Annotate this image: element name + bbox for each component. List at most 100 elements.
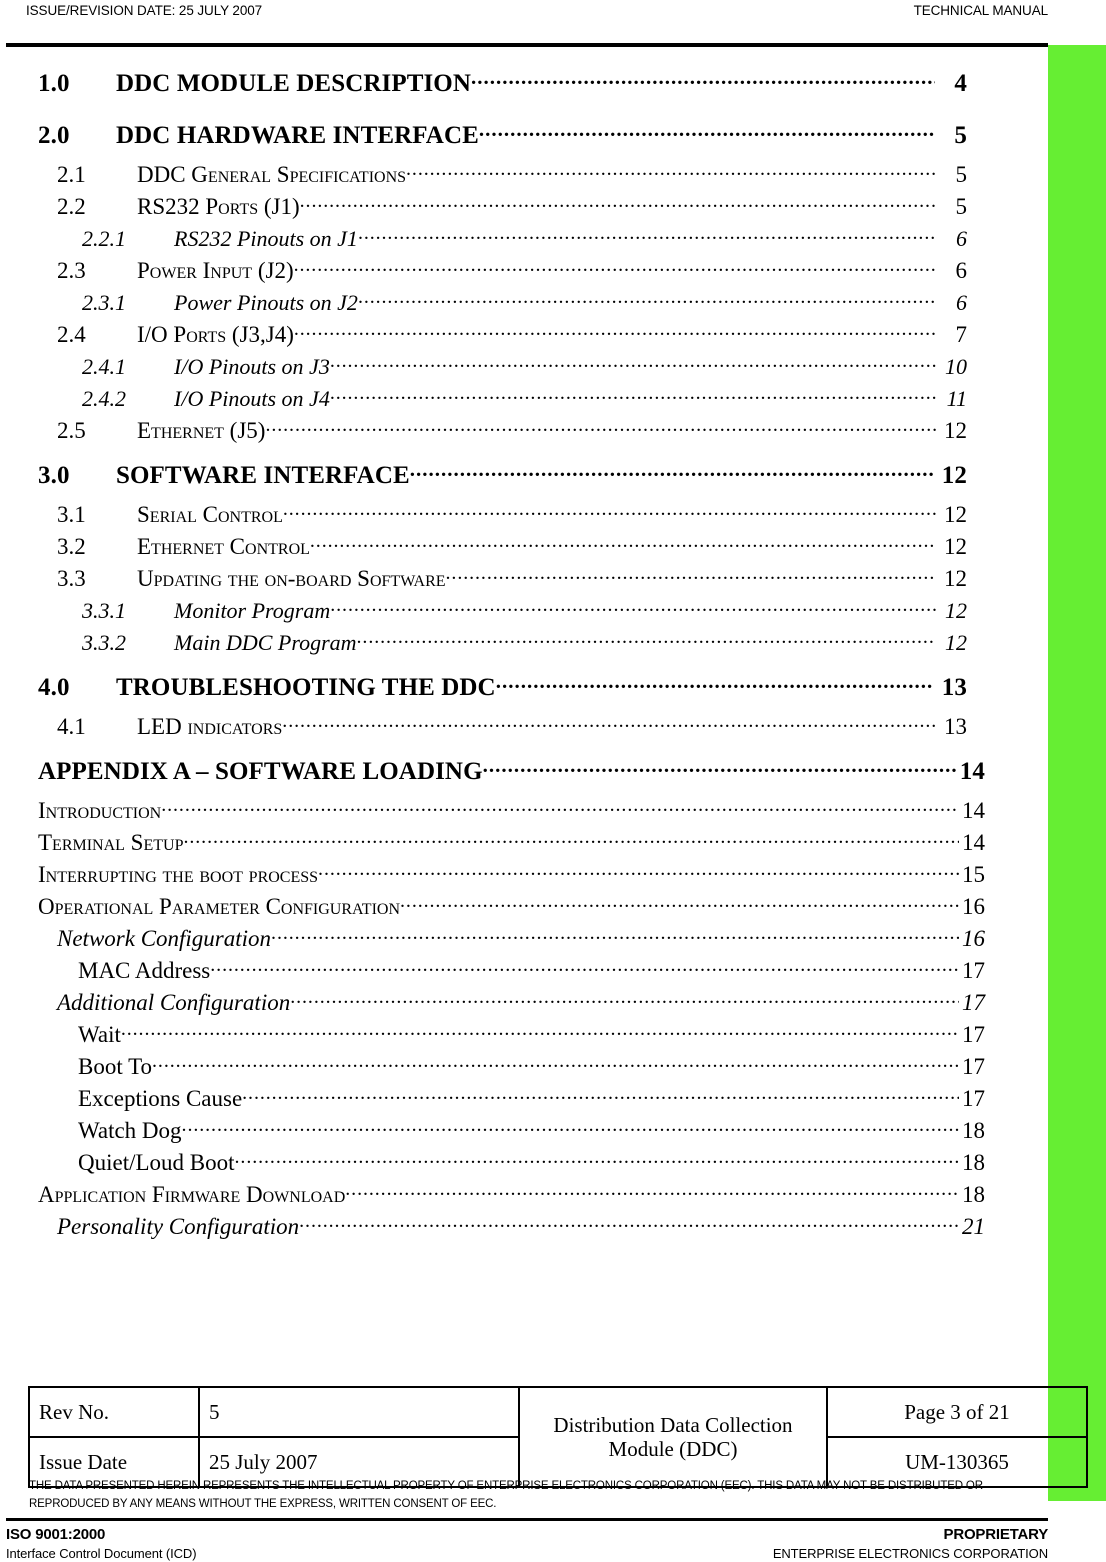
toc-entry[interactable]: Introduction 14 <box>0 798 1010 830</box>
toc-entry[interactable]: 2.4 I/O Ports (J3,J4) 7 <box>0 322 1010 354</box>
toc-entry[interactable]: 1.0 DDC MODULE DESCRIPTION 4 <box>0 70 1010 110</box>
toc-entry-page-number: 13 <box>941 674 967 701</box>
toc-entry-title: Exceptions Cause <box>78 1086 243 1111</box>
toc-entry-number: 2.4 <box>57 322 86 347</box>
toc-entry-title: Power Input (J2) <box>137 258 294 283</box>
toc-entry-title: DDC General Specifications <box>137 162 407 187</box>
toc-dot-leader <box>345 1182 959 1202</box>
toc-dot-leader <box>330 598 936 618</box>
toc-entry-number: 2.1 <box>57 162 86 187</box>
toc-entry-title: TROUBLESHOOTING THE DDC <box>116 674 496 701</box>
toc-entry-page-number: 10 <box>945 354 967 379</box>
toc-dot-leader <box>479 122 935 143</box>
toc-entry[interactable]: 3.3.2 Main DDC Program 12 <box>0 630 1010 662</box>
toc-entry-page-number: 18 <box>962 1118 985 1143</box>
toc-entry-title: Application Firmware Download <box>38 1182 346 1207</box>
appendix-side-tab: Appendix A Interface Control Documents (… <box>1048 45 1106 1501</box>
toc-entry-page-number: 4 <box>954 70 967 97</box>
toc-entry[interactable]: Interrupting the boot process 15 <box>0 862 1010 894</box>
document-footer-table: Rev No. 5 Distribution Data Collection M… <box>28 1386 1088 1488</box>
toc-entry[interactable]: 2.5 Ethernet (J5) 12 <box>0 418 1010 450</box>
toc-entry[interactable]: 2.2.1 RS232 Pinouts on J1 6 <box>0 226 1010 258</box>
toc-entry[interactable]: 2.4.1 I/O Pinouts on J3 10 <box>0 354 1010 386</box>
toc-entry[interactable]: APPENDIX A – SOFTWARE LOADING 14 <box>0 758 1010 798</box>
toc-dot-leader <box>410 462 934 483</box>
toc-entry[interactable]: 2.2 RS232 Ports (J1) 5 <box>0 194 1010 226</box>
toc-entry[interactable]: 2.4.2 I/O Pinouts on J4 11 <box>0 386 1010 418</box>
rev-no-label: Rev No. <box>28 1386 200 1438</box>
toc-entry-number: 3.2 <box>57 534 86 559</box>
toc-entry[interactable]: 2.3.1 Power Pinouts on J2 6 <box>0 290 1010 322</box>
toc-entry-title: Updating the on-board Software <box>137 566 446 591</box>
document-title-cell: Distribution Data Collection Module (DDC… <box>518 1386 828 1488</box>
toc-entry-page-number: 12 <box>945 598 967 623</box>
toc-entry[interactable]: Personality Configuration 21 <box>0 1214 1010 1246</box>
toc-entry-title: Operational Parameter Configuration <box>38 894 401 919</box>
toc-entry[interactable]: Exceptions Cause 17 <box>0 1086 1010 1118</box>
toc-entry[interactable]: 3.0 SOFTWARE INTERFACE 12 <box>0 462 1010 502</box>
toc-entry[interactable]: MAC Address 17 <box>0 958 1010 990</box>
toc-dot-leader <box>300 194 936 214</box>
toc-entry[interactable]: 4.0 TROUBLESHOOTING THE DDC 13 <box>0 674 1010 714</box>
toc-entry-page-number: 17 <box>962 958 985 983</box>
toc-entry[interactable]: 3.3 Updating the on-board Software 12 <box>0 566 1010 598</box>
toc-entry[interactable]: 3.3.1 Monitor Program 12 <box>0 598 1010 630</box>
toc-entry[interactable]: Watch Dog 18 <box>0 1118 1010 1150</box>
toc-entry-title: Monitor Program <box>174 598 331 623</box>
footer-rule <box>6 1518 1048 1521</box>
toc-entry[interactable]: Wait 17 <box>0 1022 1010 1054</box>
toc-entry-title: I/O Pinouts on J4 <box>174 386 330 411</box>
toc-entry[interactable]: 3.1 Serial Control 12 <box>0 502 1010 534</box>
toc-entry[interactable]: 2.3 Power Input (J2) 6 <box>0 258 1010 290</box>
toc-entry[interactable]: 2.0 DDC HARDWARE INTERFACE 5 <box>0 122 1010 162</box>
toc-entry-number: 2.4.2 <box>82 386 126 411</box>
toc-entry[interactable]: 3.2 Ethernet Control 12 <box>0 534 1010 566</box>
toc-entry[interactable]: Terminal Setup 14 <box>0 830 1010 862</box>
toc-entry[interactable]: 4.1 LED indicators 13 <box>0 714 1010 746</box>
toc-entry[interactable]: Network Configuration 16 <box>0 926 1010 958</box>
toc-dot-leader <box>242 1086 959 1106</box>
toc-entry-title: DDC MODULE DESCRIPTION <box>116 70 472 97</box>
toc-entry-title: LED indicators <box>137 714 283 739</box>
toc-entry[interactable]: Additional Configuration 17 <box>0 990 1010 1022</box>
toc-dot-leader <box>299 1214 959 1234</box>
toc-dot-leader <box>471 70 935 91</box>
toc-dot-leader <box>358 290 936 310</box>
toc-dot-leader <box>400 894 959 914</box>
toc-entry-title: Network Configuration <box>57 926 272 951</box>
toc-entry-page-number: 5 <box>955 194 968 219</box>
toc-entry-number: 2.2.1 <box>82 226 126 251</box>
toc-entry[interactable]: Quiet/Loud Boot 18 <box>0 1150 1010 1182</box>
toc-dot-leader <box>357 630 936 650</box>
toc-entry-title: APPENDIX A – SOFTWARE LOADING <box>38 758 483 785</box>
toc-entry-title: Terminal Setup <box>38 830 184 855</box>
table-of-contents: 1.0 DDC MODULE DESCRIPTION 4 2.0 DDC HARDWAR… <box>0 58 1010 1246</box>
toc-entry-title: Additional Configuration <box>57 990 291 1015</box>
header-rule <box>6 43 1048 47</box>
toc-entry-number: 3.3.2 <box>82 630 126 655</box>
toc-entry[interactable]: Boot To 17 <box>0 1054 1010 1086</box>
toc-entry-page-number: 12 <box>944 566 967 591</box>
toc-entry-page-number: 12 <box>944 502 967 527</box>
toc-entry[interactable]: 2.1 DDC General Specifications 5 <box>0 162 1010 194</box>
toc-dot-leader <box>446 566 936 586</box>
toc-entry-page-number: 17 <box>962 1086 985 1111</box>
toc-entry[interactable]: Application Firmware Download 18 <box>0 1182 1010 1214</box>
toc-entry-title: Personality Configuration <box>57 1214 300 1239</box>
toc-entry-title: RS232 Ports (J1) <box>137 194 300 219</box>
toc-dot-leader <box>330 354 936 374</box>
toc-entry-number: 4.0 <box>38 674 70 701</box>
toc-dot-leader <box>318 862 959 882</box>
toc-entry-title: Interrupting the boot process <box>38 862 319 887</box>
toc-entry[interactable]: Operational Parameter Configuration 16 <box>0 894 1010 926</box>
toc-entry-page-number: 5 <box>955 162 968 187</box>
toc-entry-page-number: 21 <box>962 1214 985 1239</box>
toc-entry-number: 2.3.1 <box>82 290 126 315</box>
toc-entry-page-number: 17 <box>962 990 985 1015</box>
toc-entry-title: Main DDC Program <box>174 630 357 655</box>
toc-dot-leader <box>271 926 959 946</box>
toc-entry-number: 3.0 <box>38 462 70 489</box>
toc-dot-leader <box>152 1054 959 1074</box>
toc-dot-leader <box>496 674 934 695</box>
toc-entry-page-number: 18 <box>962 1150 985 1175</box>
